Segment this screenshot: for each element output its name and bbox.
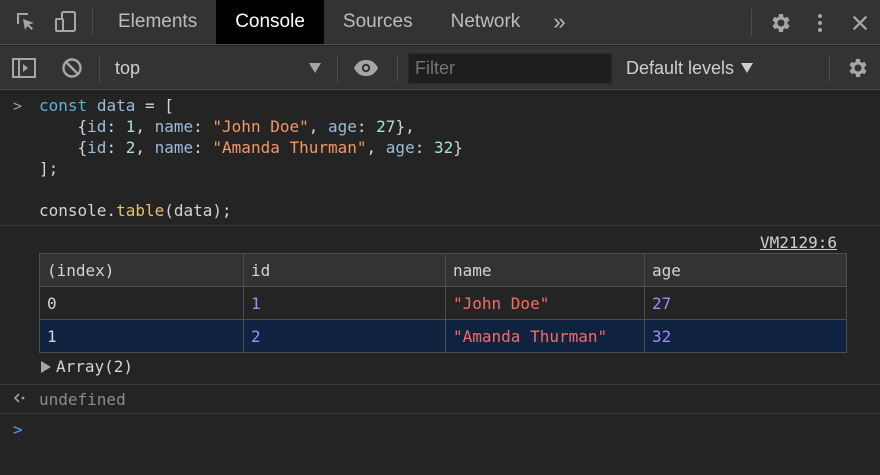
live-expression-button[interactable] [353, 46, 379, 90]
result-value: undefined [39, 390, 126, 409]
code-line: {id: 1, name: "John Doe", age: 27}, [77, 117, 415, 136]
table-row-selected[interactable]: 1 2 "Amanda Thurman" 32 [39, 319, 847, 353]
kebab-menu-icon [818, 13, 822, 32]
table-header-row: (index) id name age [39, 253, 847, 287]
inspect-icon [17, 13, 34, 30]
console-toolbar: top Default levels [0, 46, 880, 90]
column-header-name[interactable]: name [445, 253, 645, 287]
toolbar-divider [337, 55, 338, 82]
inspect-element-button[interactable] [6, 0, 46, 44]
sidebar-toggle-button[interactable] [11, 46, 37, 90]
tab-elements[interactable]: Elements [99, 0, 216, 44]
context-selector-value: top [115, 57, 141, 78]
filter-input[interactable] [408, 53, 612, 84]
source-location-link[interactable]: VM2129:6 [760, 233, 837, 252]
toolbar-divider [92, 9, 93, 35]
toolbar-divider [397, 55, 398, 82]
array-expander[interactable]: Array(2) [41, 357, 133, 376]
console-settings-button[interactable] [845, 46, 869, 90]
input-prompt-icon: > [13, 97, 23, 115]
table-row[interactable]: 0 1 "John Doe" 27 [39, 286, 847, 320]
column-header-id[interactable]: id [243, 253, 446, 287]
devtools-tabbar: Elements Console Sources Network » [0, 0, 880, 45]
caret-down-icon [309, 63, 321, 73]
gear-icon [772, 13, 790, 32]
array-label: Array(2) [56, 357, 134, 376]
clear-console-icon [62, 58, 82, 78]
toolbar-divider [829, 55, 830, 82]
cell-id: 1 [243, 286, 446, 320]
entry-divider [0, 384, 880, 385]
cell-name: "Amanda Thurman" [445, 319, 645, 353]
cell-index: 0 [39, 286, 244, 320]
console-output: > const data = [ {id: 1, name: "John Doe… [0, 91, 880, 475]
eye-icon [354, 60, 378, 76]
caret-down-icon [741, 63, 754, 73]
cell-id: 2 [243, 319, 446, 353]
entry-divider [0, 225, 880, 226]
settings-button[interactable] [760, 0, 800, 45]
cell-index: 1 [39, 319, 244, 353]
triangle-right-icon [41, 360, 51, 373]
tab-sources[interactable]: Sources [324, 0, 432, 44]
more-tabs-button[interactable]: » [539, 0, 579, 44]
cell-age: 32 [644, 319, 847, 353]
cell-age: 27 [644, 286, 847, 320]
column-header-age[interactable]: age [644, 253, 847, 287]
column-header-index[interactable]: (index) [39, 253, 244, 287]
close-devtools-button[interactable] [840, 0, 880, 45]
code-line: ]; [39, 159, 59, 178]
cell-name: "John Doe" [445, 286, 645, 320]
entry-divider [0, 413, 880, 414]
device-toggle-icon [55, 11, 76, 32]
tab-console[interactable]: Console [216, 0, 324, 44]
toolbar-divider [99, 55, 100, 82]
code-line: {id: 2, name: "Amanda Thurman", age: 32} [77, 138, 463, 157]
result-arrow-icon [13, 391, 27, 409]
toolbar-divider [751, 9, 752, 36]
console-input-prompt-icon[interactable]: > [13, 420, 23, 439]
sidebar-toggle-icon [12, 58, 36, 78]
console-table: (index) id name age 0 1 "John Doe" 27 1 … [39, 253, 847, 353]
context-selector[interactable]: top [115, 46, 325, 90]
tab-network[interactable]: Network [432, 0, 540, 44]
device-toolbar-button[interactable] [46, 0, 86, 44]
log-levels-dropdown[interactable]: Default levels [626, 46, 754, 90]
log-levels-label: Default levels [626, 57, 735, 78]
customize-menu-button[interactable] [800, 0, 840, 45]
clear-console-button[interactable] [60, 46, 84, 90]
code-line: const data = [ [39, 96, 174, 115]
code-line: console.table(data); [39, 201, 232, 220]
close-icon [852, 15, 868, 30]
gear-icon [849, 59, 867, 77]
tabbar-actions [743, 0, 880, 45]
